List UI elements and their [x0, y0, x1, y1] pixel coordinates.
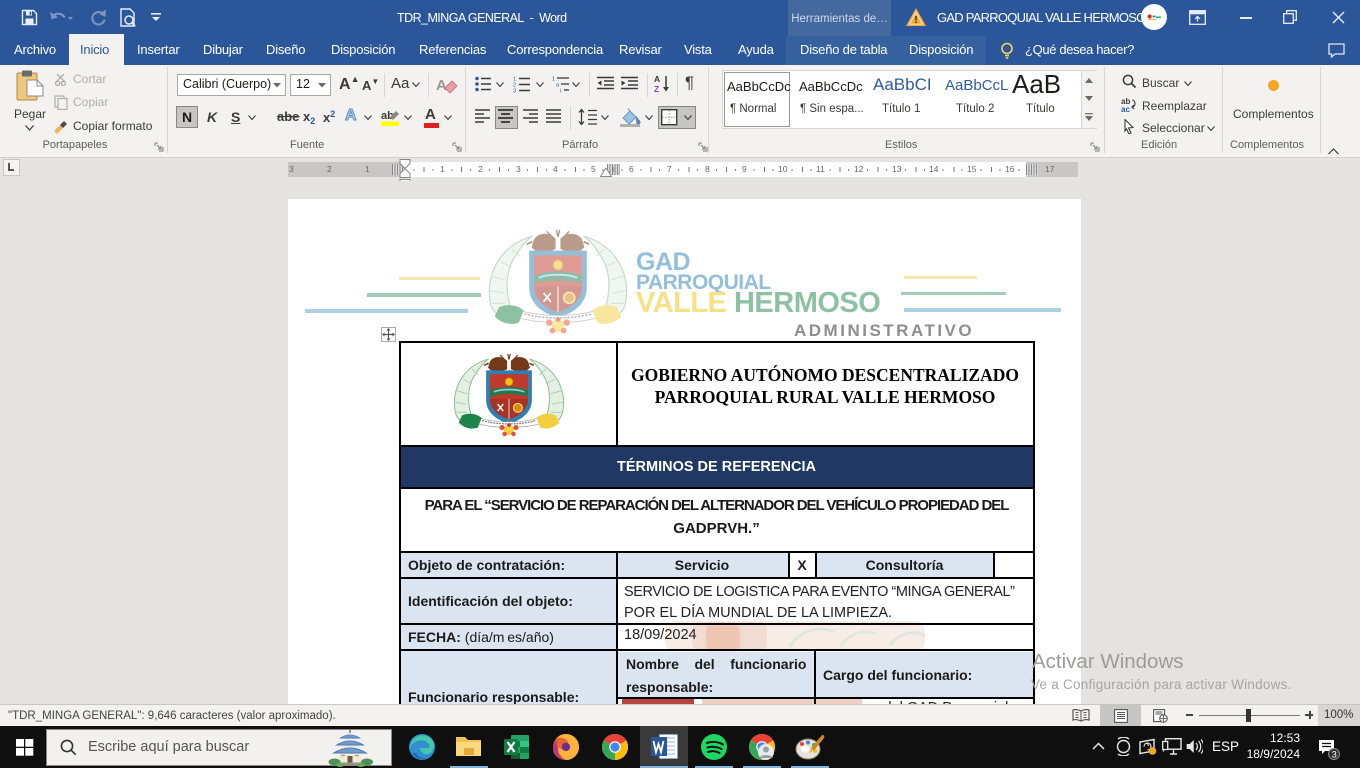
svg-text:A: A: [654, 74, 660, 84]
svg-text:i: i: [560, 89, 561, 94]
svg-text:1: 1: [552, 77, 555, 83]
svg-text:A: A: [436, 77, 447, 94]
svg-text:3: 3: [1332, 750, 1337, 760]
svg-text:Z: Z: [654, 84, 659, 94]
svg-text:3: 3: [513, 89, 516, 94]
svg-text:ac: ac: [1121, 105, 1130, 112]
